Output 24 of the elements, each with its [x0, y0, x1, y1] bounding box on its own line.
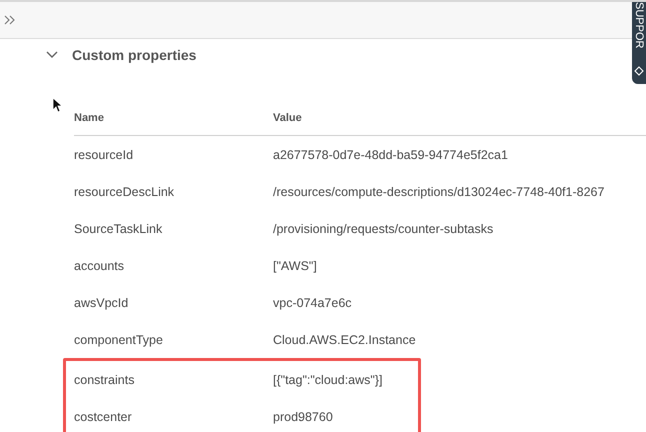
property-value: [{"tag":"cloud:aws"}] [273, 372, 382, 386]
property-name: accounts [74, 258, 126, 272]
support-tab[interactable]: SUPPOR [632, 2, 646, 84]
cursor-icon [52, 97, 63, 113]
property-name: SourceTaskLink [74, 222, 164, 236]
property-value: vpc-074a7e6c [273, 296, 352, 310]
property-value: a2677578-0d7e-48dd-ba59-94774e5f2ca1 [273, 148, 508, 162]
property-value: /resources/compute-descriptions/d13024ec-7748-40f1-8267 [273, 184, 604, 198]
property-name: awsVpcId [74, 296, 130, 310]
property-value: prod98760 [273, 410, 333, 424]
column-header: Name [74, 112, 105, 124]
property-value: Cloud.AWS.EC2.Instance [273, 332, 416, 346]
expand-icon[interactable] [4, 15, 16, 25]
property-name: resourceId [74, 148, 134, 162]
property-name: resourceDescLink [74, 184, 176, 198]
property-name: componentType [74, 332, 164, 346]
column-header: Value [273, 112, 302, 124]
property-value: ["AWS"] [273, 258, 317, 272]
property-name: constraints [74, 372, 136, 386]
chevron-icon[interactable] [46, 51, 58, 59]
diamond-icon [634, 66, 644, 76]
section-title: Custom properties [72, 47, 196, 63]
property-name: costcenter [74, 410, 133, 424]
property-value: /provisioning/requests/counter-subtasks [273, 222, 494, 236]
